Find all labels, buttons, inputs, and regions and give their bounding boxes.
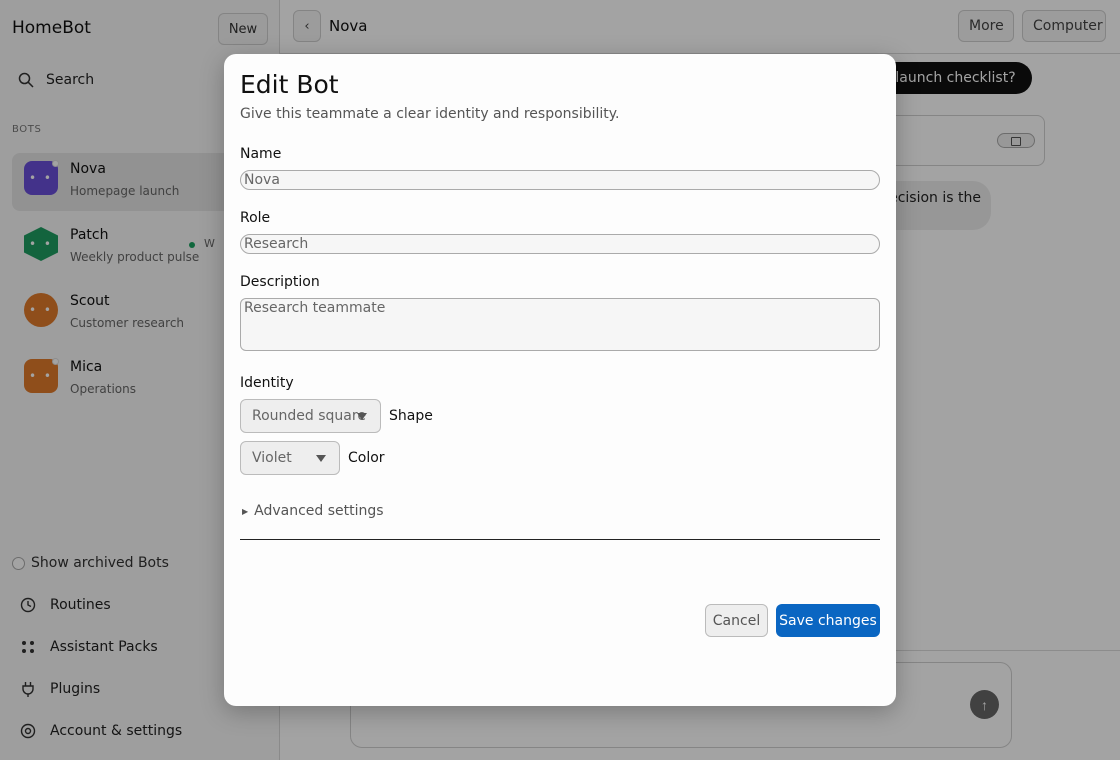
name-label: Name	[240, 146, 282, 162]
cancel-button[interactable]: Cancel	[705, 604, 768, 637]
role-label: Role	[240, 210, 271, 226]
edit-bot-dialog: Edit Bot Give this teammate a clear iden…	[224, 54, 896, 706]
name-input[interactable]	[240, 170, 880, 190]
description-label: Description	[240, 274, 320, 290]
shape-label: Shape	[389, 408, 433, 424]
dialog-title: Edit Bot	[240, 70, 339, 99]
color-label: Color	[348, 450, 385, 466]
role-input[interactable]	[240, 234, 880, 254]
advanced-settings-toggle[interactable]: ▶ Advanced settings	[242, 503, 384, 519]
divider	[240, 539, 880, 540]
chevron-down-icon	[316, 455, 326, 462]
save-changes-button[interactable]: Save changes	[776, 604, 880, 637]
color-select-value: Violet	[252, 450, 292, 466]
description-textarea[interactable]: Research teammate	[240, 298, 880, 351]
identity-label: Identity	[240, 375, 294, 391]
advanced-settings-label: Advanced settings	[254, 503, 384, 519]
dialog-subtitle: Give this teammate a clear identity and …	[240, 106, 620, 122]
shape-select[interactable]: Rounded square	[240, 399, 381, 433]
chevron-down-icon	[357, 413, 367, 420]
color-select[interactable]: Violet	[240, 441, 340, 475]
disclosure-triangle-icon: ▶	[242, 506, 249, 516]
shape-select-value: Rounded square	[252, 408, 366, 424]
